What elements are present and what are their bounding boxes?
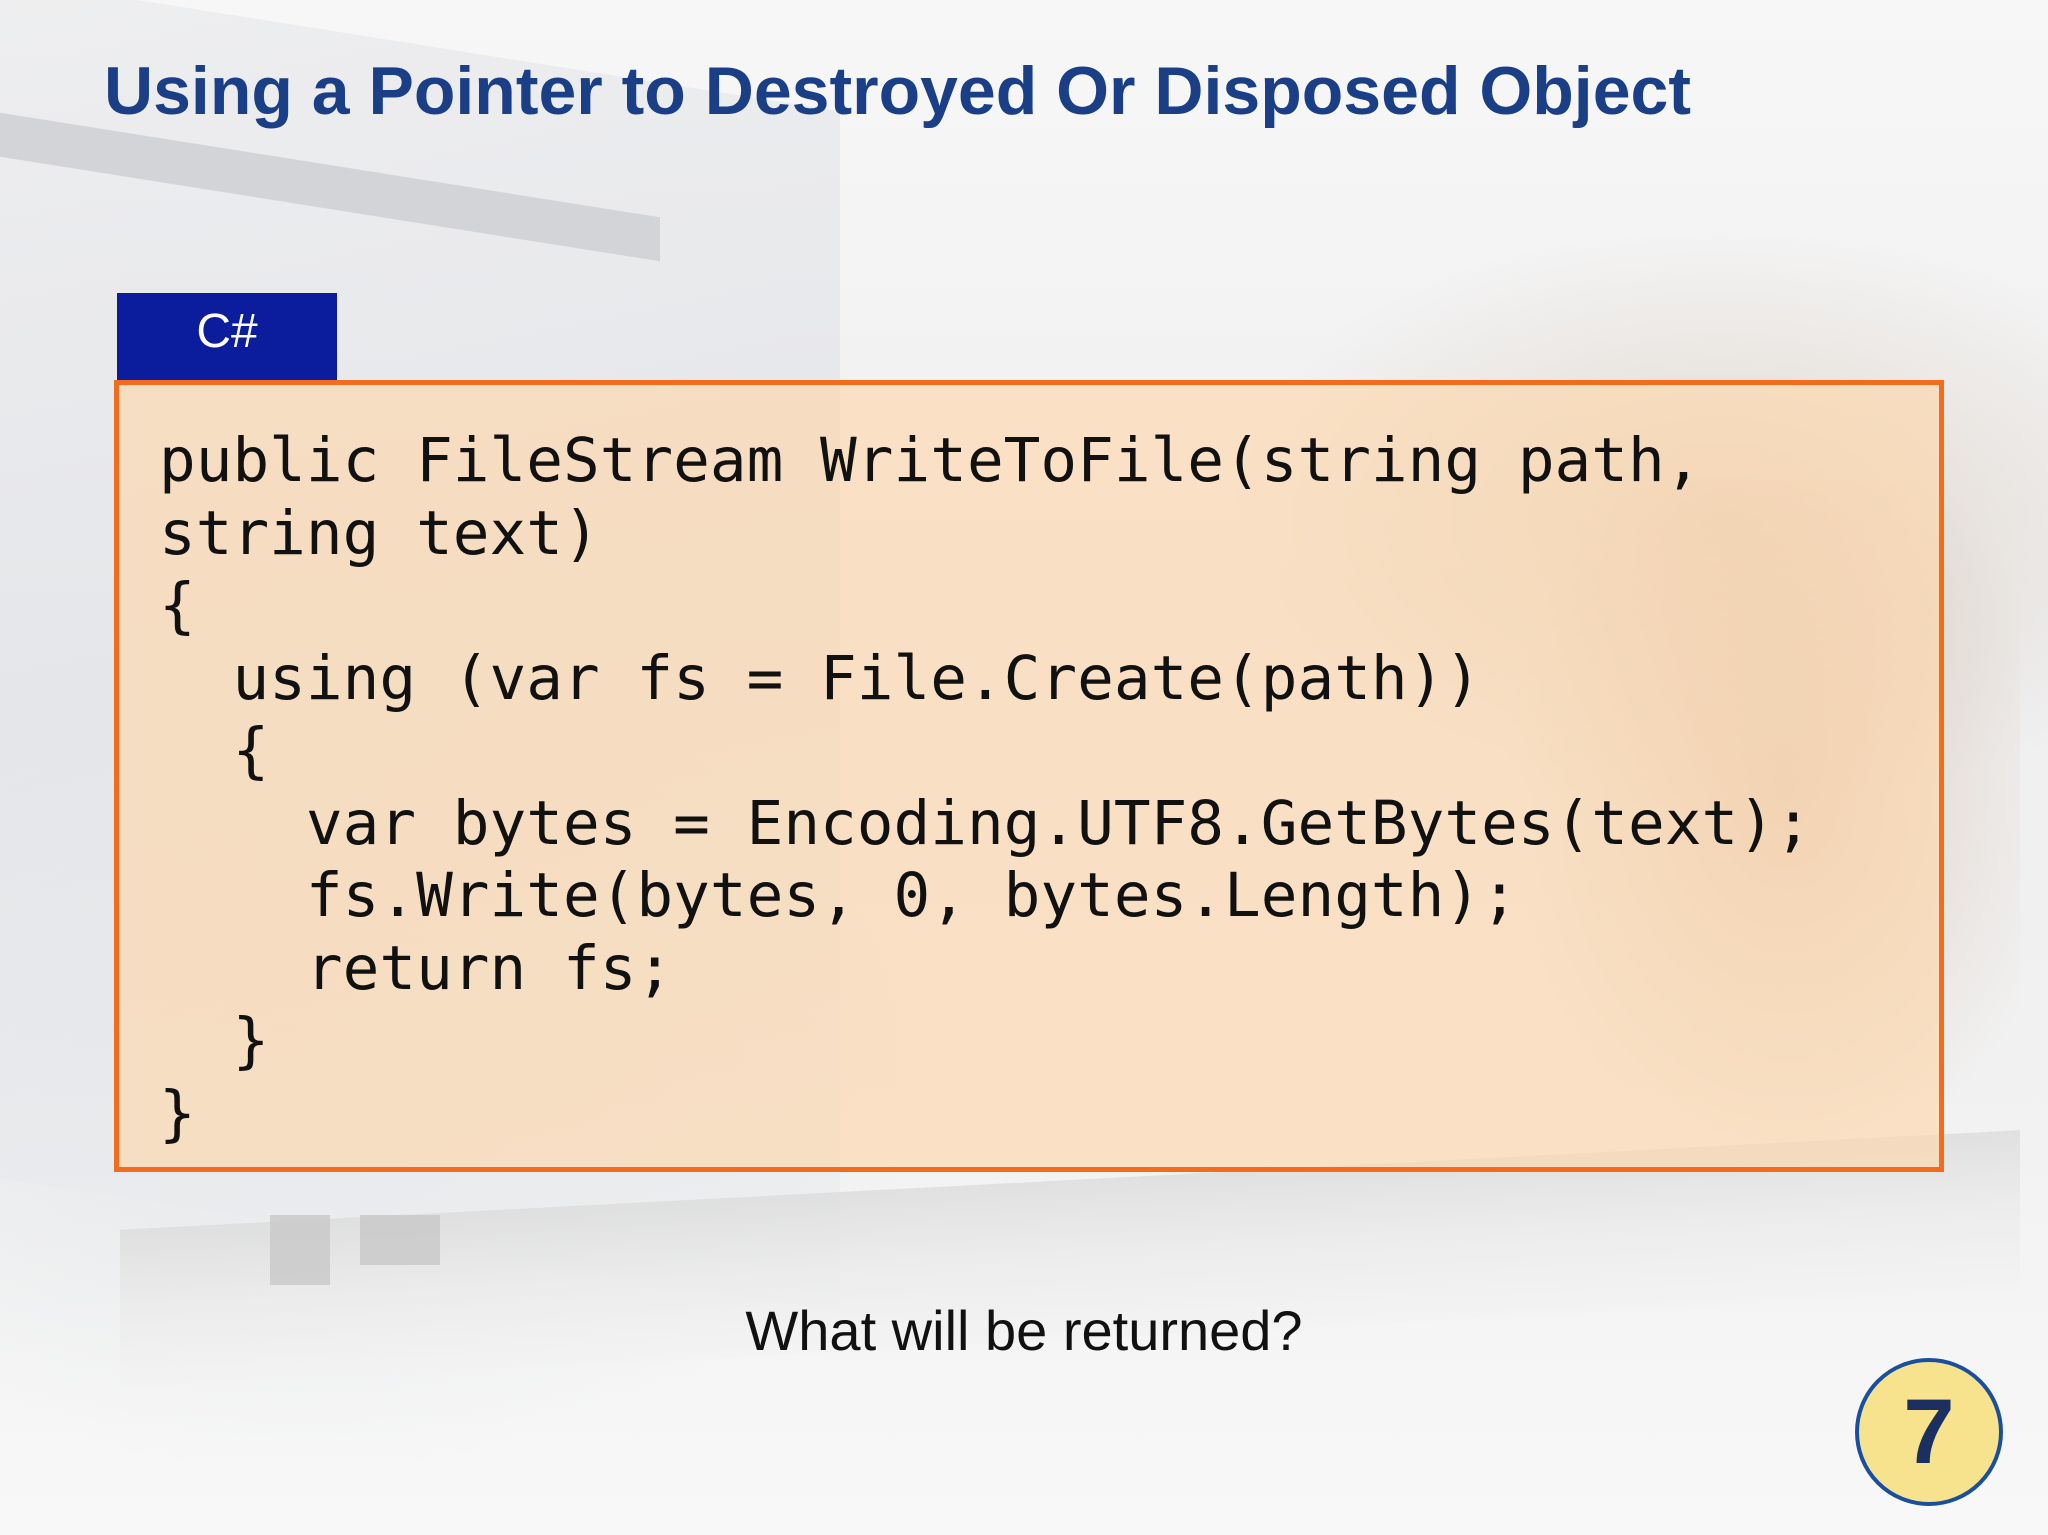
code-line: { xyxy=(159,570,196,641)
language-tab: C# xyxy=(117,293,337,385)
question-text: What will be returned? xyxy=(745,1299,1303,1362)
slide-title: Using a Pointer to Destroyed Or Disposed… xyxy=(104,53,1691,129)
background-port xyxy=(360,1215,440,1265)
code-line: return fs; xyxy=(159,932,674,1004)
code-line: var bytes = Encoding.UTF8.GetBytes(text)… xyxy=(159,787,1812,859)
code-line: } xyxy=(159,1005,270,1076)
code-line: using (var fs = File.Create(path)) xyxy=(159,642,1482,714)
code-listing: public FileStream WriteToFile(string pat… xyxy=(159,425,1812,1150)
code-line: string text) xyxy=(159,497,600,569)
code-line: public FileStream WriteToFile(string pat… xyxy=(159,425,1702,496)
background-port xyxy=(270,1215,330,1285)
code-line: } xyxy=(159,1077,196,1149)
slide-number-badge: 7 xyxy=(1855,1358,2003,1506)
code-line: { xyxy=(159,715,270,786)
code-line: fs.Write(bytes, 0, bytes.Length); xyxy=(159,860,1518,931)
code-block: public FileStream WriteToFile(string pat… xyxy=(114,380,1944,1172)
